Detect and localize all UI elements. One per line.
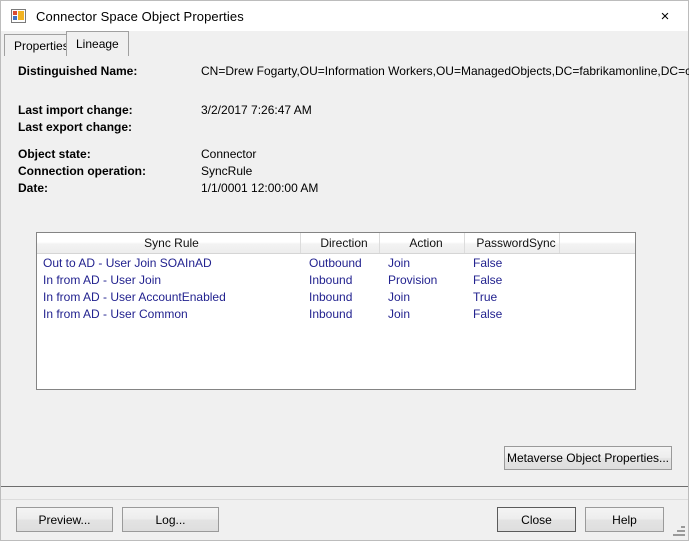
tab-properties-label: Properties	[14, 39, 69, 53]
cell-passwordsync: False	[465, 307, 560, 321]
column-header-sync-rule[interactable]: Sync Rule	[37, 233, 301, 253]
cell-passwordsync: False	[465, 273, 560, 287]
title-bar: Connector Space Object Properties ×	[1, 1, 688, 31]
cell-sync-rule: Out to AD - User Join SOAInAD	[37, 256, 301, 270]
tab-strip: Properties Lineage	[1, 31, 688, 56]
table-row[interactable]: Out to AD - User Join SOAInAD Outbound J…	[37, 254, 635, 271]
lineage-listview[interactable]: Sync Rule Direction Action PasswordSync …	[36, 232, 636, 390]
table-row[interactable]: In from AD - User Join Inbound Provision…	[37, 271, 635, 288]
resize-grip-icon[interactable]	[672, 524, 686, 538]
log-button[interactable]: Log...	[122, 507, 219, 532]
cell-passwordsync: False	[465, 256, 560, 270]
help-button[interactable]: Help	[585, 507, 664, 532]
preview-button[interactable]: Preview...	[16, 507, 113, 532]
cell-action: Join	[380, 307, 465, 321]
lineage-listview-header: Sync Rule Direction Action PasswordSync	[37, 233, 635, 254]
window-grid-icon	[11, 8, 27, 24]
last-import-change-value: 3/2/2017 7:26:47 AM	[201, 103, 312, 117]
cell-direction: Outbound	[301, 256, 380, 270]
cell-sync-rule: In from AD - User Join	[37, 273, 301, 287]
cell-action: Provision	[380, 273, 465, 287]
date-value: 1/1/0001 12:00:00 AM	[201, 181, 318, 195]
metaverse-object-properties-button[interactable]: Metaverse Object Properties...	[504, 446, 672, 470]
cell-action: Join	[380, 256, 465, 270]
last-import-change-label: Last import change:	[18, 103, 133, 117]
close-button[interactable]: Close	[497, 507, 576, 532]
object-state-value: Connector	[201, 147, 256, 161]
table-row[interactable]: In from AD - User AccountEnabled Inbound…	[37, 288, 635, 305]
cell-direction: Inbound	[301, 290, 380, 304]
close-icon[interactable]: ×	[642, 1, 688, 31]
connection-operation-label: Connection operation:	[18, 164, 146, 178]
connector-space-object-properties-dialog: Connector Space Object Properties × Prop…	[0, 0, 689, 541]
object-state-label: Object state:	[18, 147, 91, 161]
cell-action: Join	[380, 290, 465, 304]
dialog-button-bar: Preview... Log... Close Help	[1, 500, 688, 540]
tab-lineage-label: Lineage	[76, 37, 119, 51]
cell-sync-rule: In from AD - User AccountEnabled	[37, 290, 301, 304]
column-header-extra[interactable]	[560, 233, 635, 253]
column-header-direction[interactable]: Direction	[301, 233, 380, 253]
last-export-change-label: Last export change:	[18, 120, 132, 134]
cell-direction: Inbound	[301, 307, 380, 321]
cell-direction: Inbound	[301, 273, 380, 287]
lineage-tab-panel: Distinguished Name: CN=Drew Fogarty,OU=I…	[1, 56, 688, 486]
window-title: Connector Space Object Properties	[36, 9, 244, 24]
distinguished-name-label: Distinguished Name:	[18, 64, 137, 78]
connection-operation-value: SyncRule	[201, 164, 252, 178]
column-header-passwordsync[interactable]: PasswordSync	[465, 233, 560, 253]
table-row[interactable]: In from AD - User Common Inbound Join Fa…	[37, 305, 635, 322]
tab-lineage[interactable]: Lineage	[66, 31, 129, 56]
cell-passwordsync: True	[465, 290, 560, 304]
distinguished-name-value: CN=Drew Fogarty,OU=Information Workers,O…	[201, 64, 689, 78]
column-header-action[interactable]: Action	[380, 233, 465, 253]
cell-sync-rule: In from AD - User Common	[37, 307, 301, 321]
status-strip	[1, 487, 688, 499]
date-label: Date:	[18, 181, 48, 195]
lineage-listview-body: Out to AD - User Join SOAInAD Outbound J…	[37, 254, 635, 322]
